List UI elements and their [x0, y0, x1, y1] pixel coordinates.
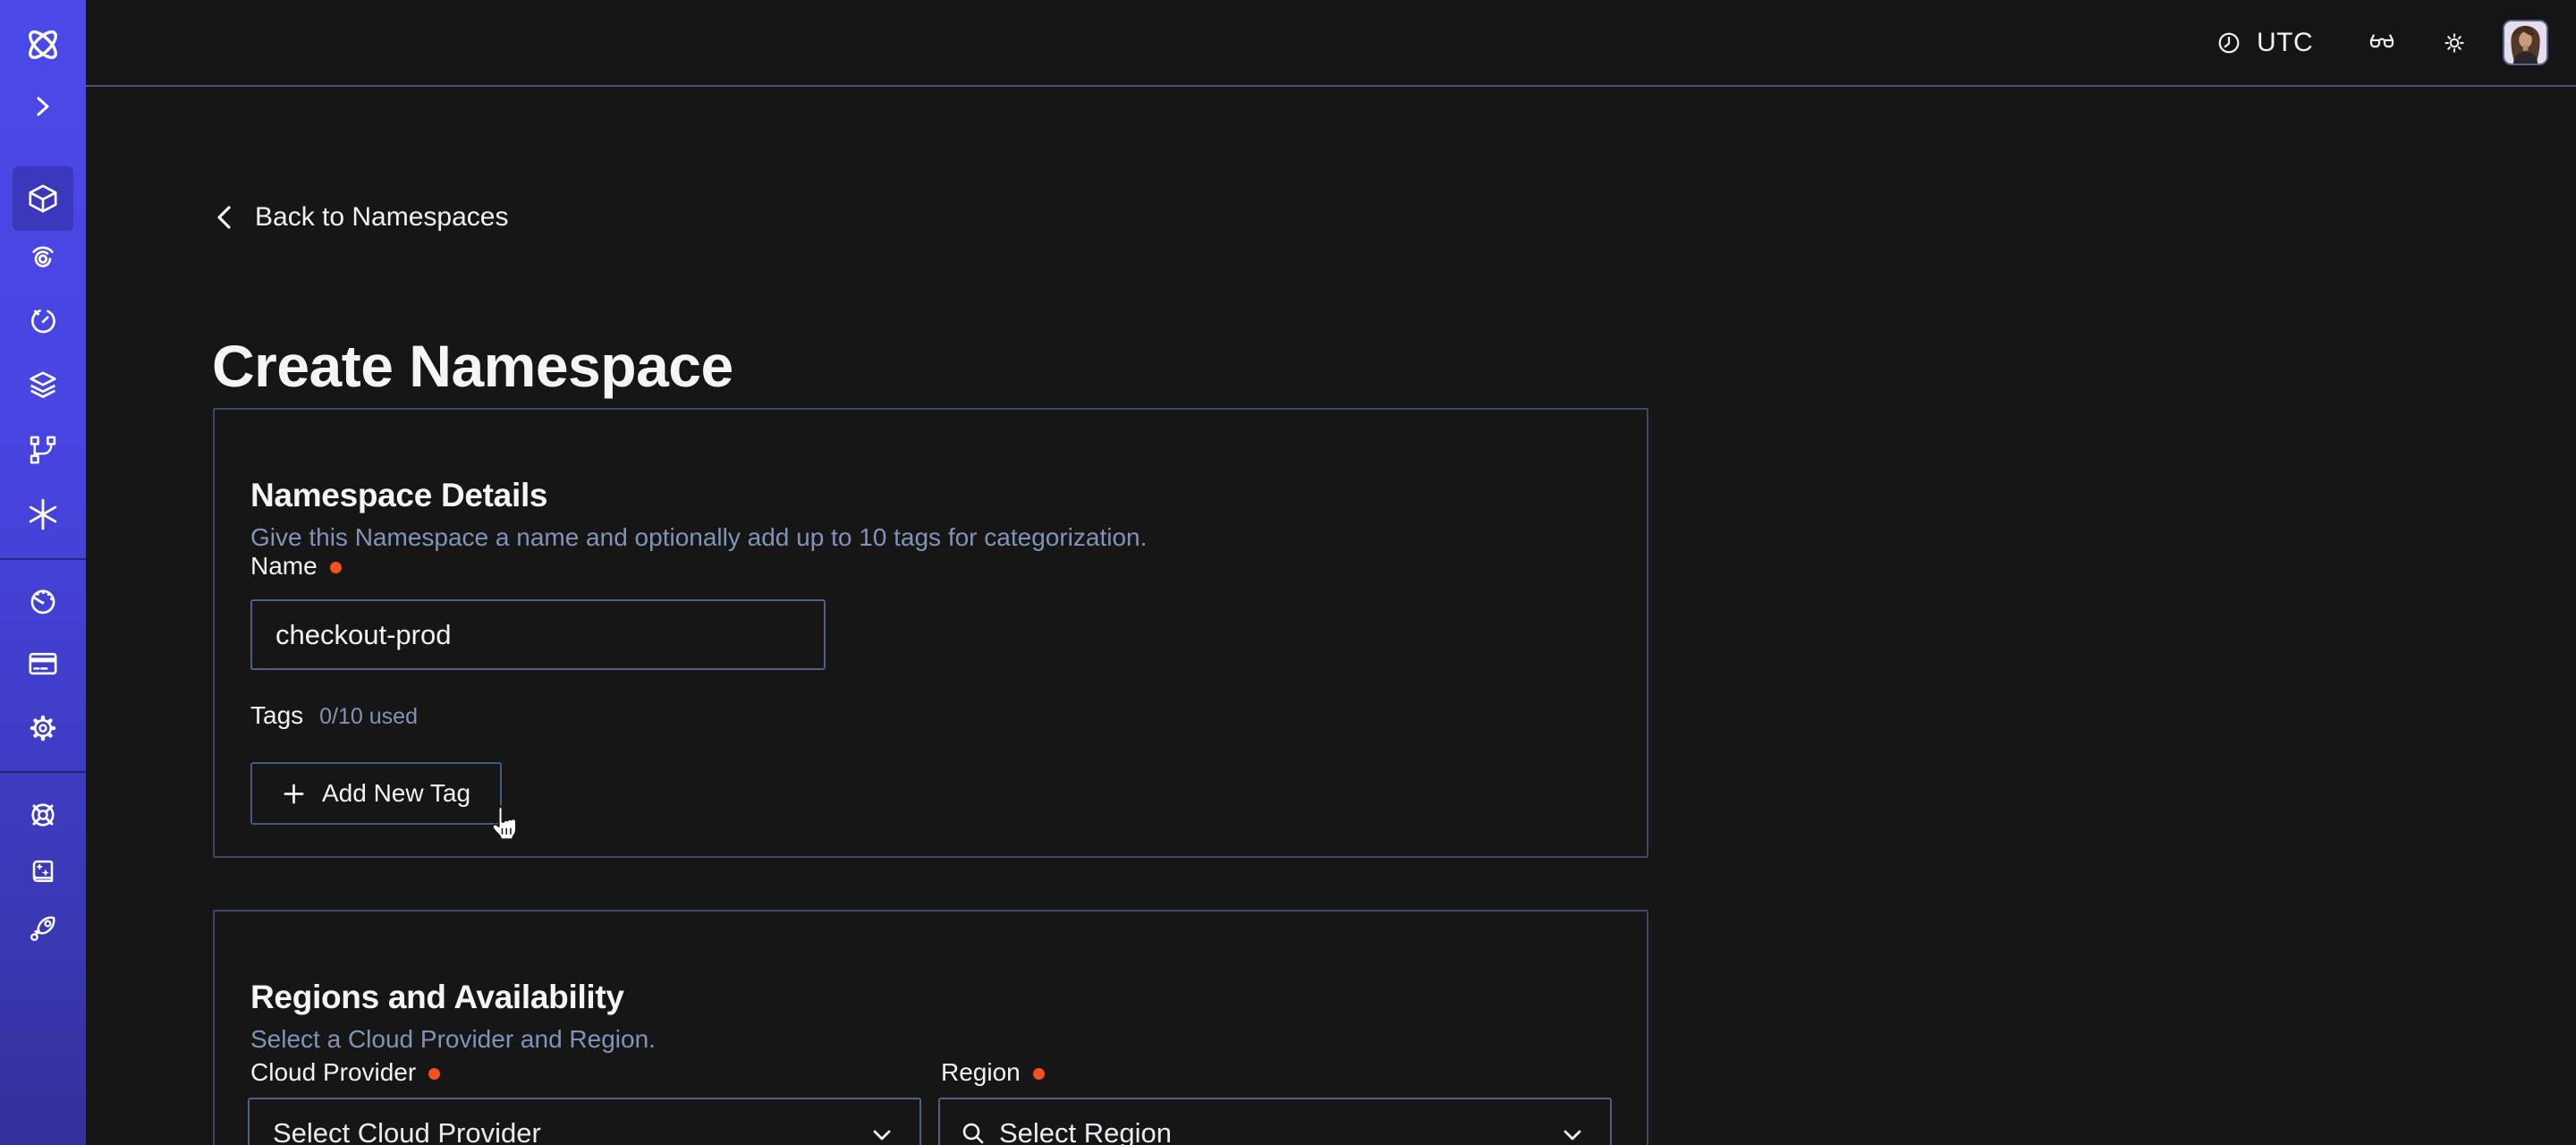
sidebar-item-support[interactable] — [25, 797, 61, 833]
concentric-rings-icon — [25, 239, 61, 275]
branch-icon — [25, 432, 61, 468]
back-to-namespaces-link[interactable]: Back to Namespaces — [213, 203, 508, 232]
sidebar-item-workflows[interactable] — [25, 432, 61, 468]
name-label: Name — [250, 551, 318, 581]
sidebar-item-deployments[interactable] — [25, 368, 61, 403]
glasses-icon — [2366, 27, 2398, 59]
rocket-icon — [25, 911, 61, 946]
plus-icon — [282, 782, 306, 806]
required-dot — [1033, 1068, 1045, 1080]
sidebar-divider — [0, 558, 86, 560]
tags-label: Tags — [250, 701, 303, 730]
card-subtitle: Select a Cloud Provider and Region. — [250, 1024, 656, 1055]
cloud-provider-select[interactable]: Select Cloud Provider — [248, 1098, 921, 1145]
sidebar-item-settings[interactable] — [25, 710, 61, 746]
book-sparkles-icon — [25, 855, 61, 891]
regions-availability-card: Regions and Availability Select a Cloud … — [213, 910, 1648, 1145]
sidebar-item-batch-operations[interactable] — [25, 496, 61, 532]
timezone-label: UTC — [2257, 28, 2313, 58]
sun-icon — [2439, 28, 2470, 58]
clock-icon — [2214, 28, 2244, 58]
timer-icon — [25, 303, 61, 339]
required-dot — [428, 1068, 440, 1080]
lifebuoy-icon — [25, 797, 61, 833]
chevron-left-icon — [213, 204, 236, 231]
sidebar-item-namespaces[interactable] — [13, 166, 73, 231]
cloud-provider-placeholder: Select Cloud Provider — [273, 1117, 541, 1145]
asterisk-icon — [25, 496, 61, 532]
timezone-selector[interactable]: UTC — [2214, 0, 2313, 85]
region-select[interactable]: Select Region — [938, 1098, 1612, 1145]
gear-icon — [25, 710, 61, 746]
theme-toggle-button[interactable] — [2439, 0, 2470, 85]
chevron-down-icon — [869, 1123, 894, 1145]
cube-icon — [25, 181, 61, 216]
temporal-logo-icon[interactable] — [21, 23, 64, 66]
sidebar-divider — [0, 771, 86, 773]
credit-card-icon — [25, 646, 61, 682]
cloud-provider-label: Cloud Provider — [250, 1057, 416, 1088]
card-subtitle: Give this Namespace a name and optionall… — [250, 522, 1147, 553]
gauge-icon — [25, 583, 61, 619]
search-icon — [960, 1120, 987, 1145]
tags-counter: 0/10 used — [319, 704, 418, 730]
sidebar-item-docs[interactable] — [25, 855, 61, 891]
page-title: Create Namespace — [212, 335, 733, 397]
cloud-provider-label-row: Cloud Provider — [250, 1057, 440, 1088]
chevron-down-icon — [1560, 1123, 1585, 1145]
sidebar-item-getting-started[interactable] — [25, 911, 61, 946]
sidebar-item-schedules[interactable] — [25, 303, 61, 339]
sidebar-item-usage[interactable] — [25, 583, 61, 619]
sidebar — [0, 0, 86, 1145]
layers-icon — [25, 368, 61, 403]
card-title: Namespace Details — [250, 477, 547, 514]
namespace-details-card: Namespace Details Give this Namespace a … — [213, 408, 1648, 858]
user-avatar[interactable] — [2503, 20, 2548, 65]
name-label-row: Name — [250, 551, 342, 581]
region-placeholder: Select Region — [999, 1117, 1172, 1145]
sidebar-item-nexus[interactable] — [25, 239, 61, 275]
back-link-label: Back to Namespaces — [255, 203, 508, 232]
namespace-name-input[interactable] — [250, 599, 826, 670]
add-new-tag-label: Add New Tag — [322, 779, 470, 808]
add-new-tag-button[interactable]: Add New Tag — [250, 762, 502, 825]
topbar: UTC — [86, 0, 2576, 87]
region-label: Region — [941, 1057, 1021, 1088]
card-title: Regions and Availability — [250, 979, 624, 1016]
app-root: UTC — [0, 0, 2576, 1145]
sidebar-expand-chevron-icon[interactable] — [32, 96, 54, 117]
sidebar-item-billing[interactable] — [25, 646, 61, 682]
tags-label-row: Tags 0/10 used — [250, 701, 418, 730]
required-dot — [330, 562, 342, 573]
reader-mode-button[interactable] — [2366, 0, 2398, 85]
region-label-row: Region — [941, 1057, 1045, 1088]
